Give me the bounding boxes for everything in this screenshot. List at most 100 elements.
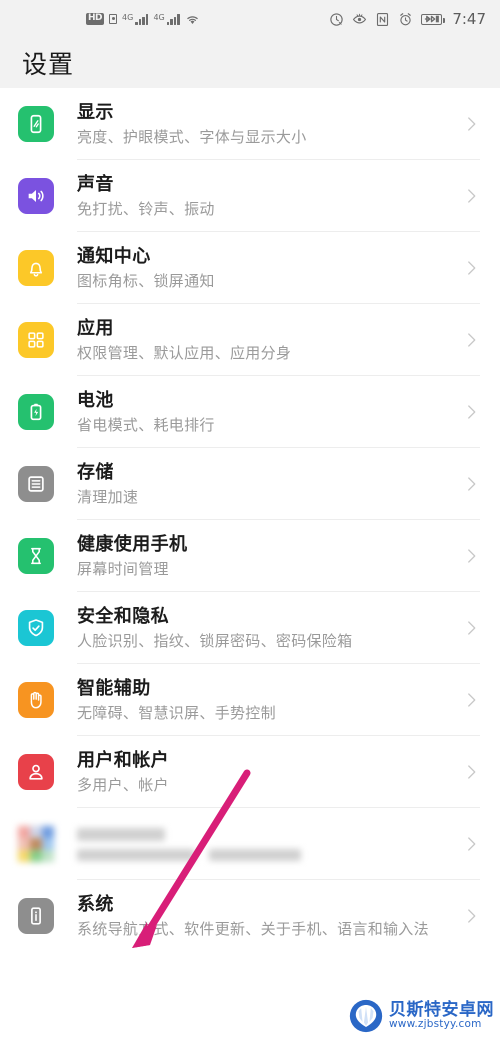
list-item-subtitle: 亮度、护眼模式、字体与显示大小 [77, 127, 307, 146]
list-item-subtitle: 无障碍、智慧识屏、手势控制 [77, 703, 276, 722]
hourglass-icon [18, 538, 54, 574]
signal-4g-icon-2: 4G [153, 12, 180, 25]
list-item-title: 通知中心 [77, 245, 151, 267]
battery-bolt-glyph [425, 15, 440, 23]
list-item-title: 声音 [77, 173, 114, 195]
redacted-subtitle-row [77, 848, 454, 861]
list-item-title: 显示 [77, 101, 114, 123]
list-item-text: 声音 免打扰、铃声、振动 [77, 172, 462, 221]
do-not-disturb-icon [330, 12, 343, 26]
list-item-title: 电池 [77, 389, 114, 411]
chevron-right-icon [462, 403, 480, 421]
storage-list-icon [18, 466, 54, 502]
status-bar-left-icons: HD 4G 4G [86, 12, 200, 27]
list-item-text [77, 827, 462, 861]
battery-bolt-icon [18, 394, 54, 430]
list-item-title: 应用 [77, 317, 114, 339]
chevron-right-icon [462, 907, 480, 925]
list-item-subtitle: 人脸识别、指纹、锁屏密码、密码保险箱 [77, 631, 353, 650]
shell-logo-icon [349, 999, 383, 1033]
signal-bars-2 [166, 13, 180, 25]
chevron-right-icon [462, 835, 480, 853]
signal-4g-icon-1: 4G [122, 12, 149, 25]
network-type-label-2: 4G [153, 12, 165, 22]
list-item-users-accounts[interactable]: 用户和帐户 多用户、帐户 [0, 736, 500, 808]
list-item-text: 智能辅助 无障碍、智慧识屏、手势控制 [77, 676, 462, 725]
list-item-battery[interactable]: 电池 省电模式、耗电排行 [0, 376, 500, 448]
chevron-right-icon [462, 331, 480, 349]
list-item-text: 系统 系统导航方式、软件更新、关于手机、语言和输入法 [77, 892, 462, 941]
title-bar: 设置 [0, 38, 500, 88]
wifi-icon [187, 15, 198, 24]
multicolor-grid-icon [18, 826, 54, 862]
list-item-storage[interactable]: 存储 清理加速 [0, 448, 500, 520]
hand-icon [18, 682, 54, 718]
list-item-subtitle: 图标角标、锁屏通知 [77, 271, 215, 290]
chevron-right-icon [462, 763, 480, 781]
list-item-digital-balance[interactable]: 健康使用手机 屏幕时间管理 [0, 520, 500, 592]
settings-list: 显示 亮度、护眼模式、字体与显示大小 声音 免打扰、铃声、振动 通知中心 图标角… [0, 88, 500, 952]
list-item-redacted[interactable] [0, 808, 500, 880]
battery-charging-icon [421, 13, 445, 25]
list-item-notification-center[interactable]: 通知中心 图标角标、锁屏通知 [0, 232, 500, 304]
status-bar: HD 4G 4G 7:47 [0, 0, 500, 38]
list-item-text: 显示 亮度、护眼模式、字体与显示大小 [77, 100, 462, 149]
list-item-title: 用户和帐户 [77, 749, 169, 771]
hd-badge-icon: HD [86, 13, 105, 25]
redacted-title-block [77, 827, 165, 841]
bell-icon [18, 250, 54, 286]
watermark: 贝斯特安卓网 www.zjbstyy.com [349, 999, 494, 1033]
list-item-smart-assistance[interactable]: 智能辅助 无障碍、智慧识屏、手势控制 [0, 664, 500, 736]
list-item-sound[interactable]: 声音 免打扰、铃声、振动 [0, 160, 500, 232]
list-item-subtitle: 屏幕时间管理 [77, 559, 169, 578]
list-item-apps[interactable]: 应用 权限管理、默认应用、应用分身 [0, 304, 500, 376]
redacted-subtitle-block-2 [209, 848, 301, 861]
grid-apps-icon [18, 322, 54, 358]
chevron-right-icon [462, 187, 480, 205]
list-item-subtitle: 系统导航方式、软件更新、关于手机、语言和输入法 [77, 919, 429, 938]
chevron-right-icon [462, 259, 480, 277]
watermark-text: 贝斯特安卓网 www.zjbstyy.com [389, 999, 494, 1031]
list-item-title: 健康使用手机 [77, 533, 188, 555]
sim-card-icon [109, 14, 118, 24]
list-item-subtitle: 权限管理、默认应用、应用分身 [77, 343, 292, 362]
watermark-url: www.zjbstyy.com [389, 1018, 482, 1031]
list-item-text: 用户和帐户 多用户、帐户 [77, 748, 462, 797]
list-item-system[interactable]: 系统 系统导航方式、软件更新、关于手机、语言和输入法 [0, 880, 500, 952]
list-item-title: 安全和隐私 [77, 605, 169, 627]
shield-check-icon [18, 610, 54, 646]
status-bar-right-icons: 7:47 [329, 10, 486, 28]
status-bar-clock: 7:47 [452, 10, 486, 28]
display-brightness-icon [18, 106, 54, 142]
chevron-right-icon [462, 547, 480, 565]
system-info-icon [18, 898, 54, 934]
list-item-title: 智能辅助 [77, 677, 151, 699]
list-item-security-privacy[interactable]: 安全和隐私 人脸识别、指纹、锁屏密码、密码保险箱 [0, 592, 500, 664]
chevron-right-icon [462, 475, 480, 493]
list-item-display[interactable]: 显示 亮度、护眼模式、字体与显示大小 [0, 88, 500, 160]
list-item-text: 通知中心 图标角标、锁屏通知 [77, 244, 462, 293]
eye-comfort-icon [353, 13, 367, 24]
list-item-text: 应用 权限管理、默认应用、应用分身 [77, 316, 462, 365]
network-type-label-1: 4G [122, 12, 134, 22]
list-item-title: 系统 [77, 893, 114, 915]
speaker-icon [18, 178, 54, 214]
phone-screen: HD 4G 4G 7:47 设置 显示 亮度、护眼模式、字体与显示大小 声音 免… [0, 0, 500, 1039]
list-item-title: 存储 [77, 461, 114, 483]
list-item-subtitle: 清理加速 [77, 487, 139, 506]
alarm-icon [400, 12, 412, 25]
nfc-icon [377, 12, 389, 26]
chevron-right-icon [462, 619, 480, 637]
page-title: 设置 [22, 50, 75, 79]
signal-bars-1 [135, 13, 149, 25]
chevron-right-icon [462, 691, 480, 709]
redacted-subtitle-block-1 [77, 848, 195, 861]
list-item-subtitle: 免打扰、铃声、振动 [77, 199, 215, 218]
list-item-text: 安全和隐私 人脸识别、指纹、锁屏密码、密码保险箱 [77, 604, 462, 653]
list-item-text: 健康使用手机 屏幕时间管理 [77, 532, 462, 581]
chevron-right-icon [462, 115, 480, 133]
list-item-text: 电池 省电模式、耗电排行 [77, 388, 462, 437]
watermark-site-name: 贝斯特安卓网 [389, 999, 494, 1020]
user-account-icon [18, 754, 54, 790]
list-item-subtitle: 多用户、帐户 [77, 775, 169, 794]
